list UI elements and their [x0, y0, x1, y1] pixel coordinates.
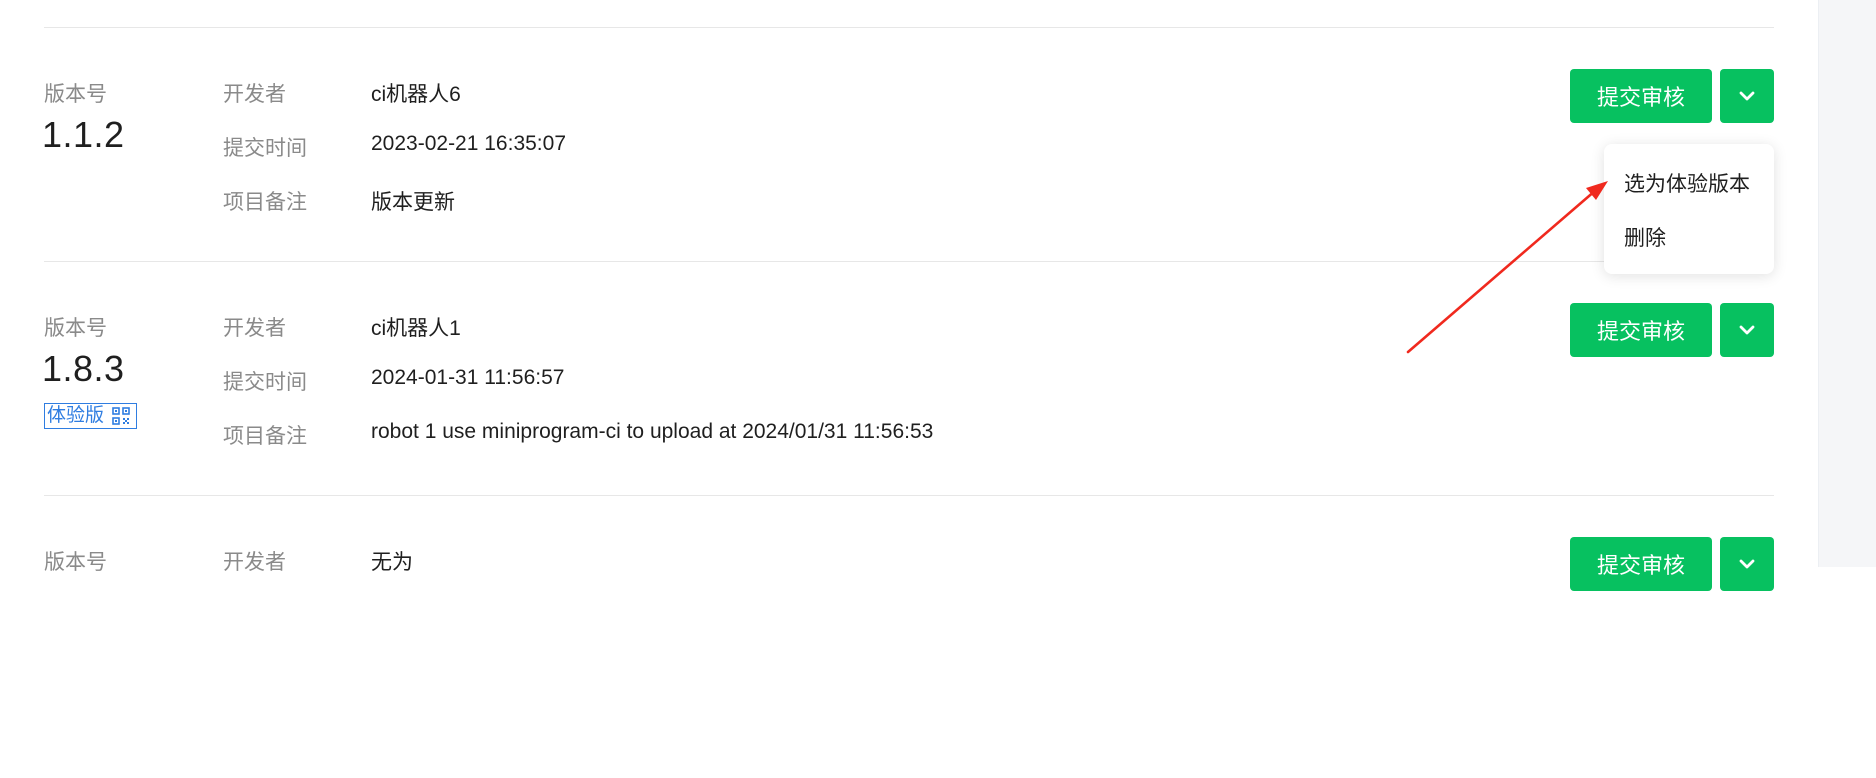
developer-label: 开发者	[223, 317, 286, 340]
developer-value: 无为	[371, 551, 413, 574]
remark-label: 项目备注	[223, 425, 307, 448]
more-actions-button[interactable]	[1720, 303, 1774, 357]
more-actions-dropdown: 选为体验版本 删除	[1604, 144, 1774, 274]
submit-time-label: 提交时间	[223, 137, 307, 160]
more-actions-button[interactable]	[1720, 537, 1774, 591]
delete-option[interactable]: 删除	[1624, 222, 1666, 252]
developer-label: 开发者	[223, 83, 286, 106]
submit-time-label: 提交时间	[223, 371, 307, 394]
submit-time-value: 2023-02-21 16:35:07	[371, 132, 566, 155]
version-number: 1.8.3	[42, 348, 125, 389]
set-trial-version-option[interactable]: 选为体验版本	[1624, 168, 1750, 198]
qr-code-icon[interactable]	[112, 407, 130, 425]
developer-value: ci机器人6	[371, 83, 461, 106]
submit-review-button[interactable]: 提交审核	[1570, 69, 1712, 123]
submit-review-button[interactable]: 提交审核	[1570, 537, 1712, 591]
developer-value: ci机器人1	[371, 317, 461, 340]
version-label: 版本号	[44, 83, 107, 106]
version-number: 1.1.2	[42, 114, 125, 155]
version-label: 版本号	[44, 551, 107, 574]
chevron-down-icon	[1739, 325, 1755, 335]
remark-value: robot 1 use miniprogram-ci to upload at …	[371, 420, 934, 443]
remark-value: 版本更新	[371, 191, 455, 214]
chevron-down-icon	[1739, 559, 1755, 569]
right-scroll-gutter	[1818, 0, 1876, 567]
version-item: 版本号 1.1.2 开发者 ci机器人6 提交时间 2023-02-21 16:…	[0, 69, 1800, 310]
version-label: 版本号	[44, 317, 107, 340]
trial-version-badge-label: 体验版	[47, 405, 105, 426]
divider	[44, 27, 1774, 28]
trial-version-badge[interactable]: 体验版	[44, 403, 138, 429]
submit-time-value: 2024-01-31 11:56:57	[371, 366, 565, 389]
chevron-down-icon	[1739, 91, 1755, 101]
submit-review-button[interactable]: 提交审核	[1570, 303, 1712, 357]
version-item: 版本号 1.8.3 体验版 开发者 ci机器人1 提交时间 2024-01-31…	[0, 303, 1800, 544]
developer-label: 开发者	[223, 551, 286, 574]
more-actions-button[interactable]	[1720, 69, 1774, 123]
version-item: 版本号 开发者 无为 提交审核	[0, 537, 1800, 778]
remark-label: 项目备注	[223, 191, 307, 214]
